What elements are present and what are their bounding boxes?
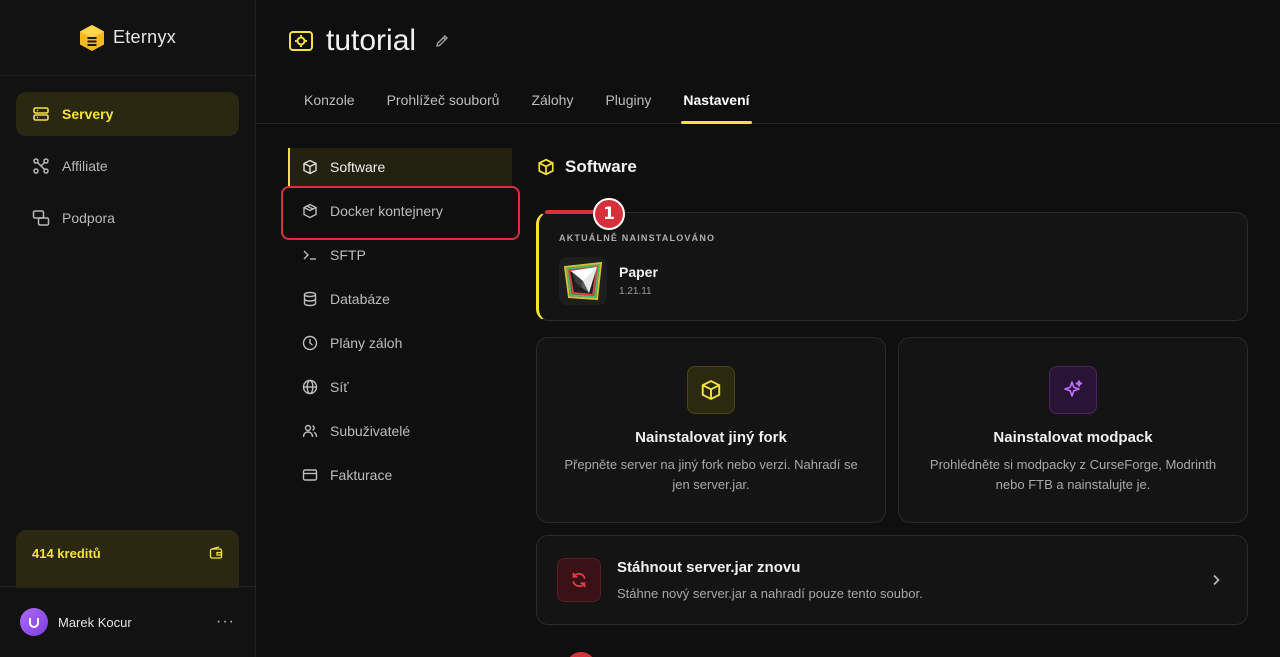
redownload-title: Stáhnout server.jar znovu bbox=[617, 559, 801, 576]
annotation-marker: 1 bbox=[593, 198, 625, 230]
page-title: tutorial bbox=[326, 24, 417, 57]
settings-item-label: Docker kontejnery bbox=[330, 203, 443, 219]
settings-item-label: Síť bbox=[330, 379, 349, 395]
fork-box-icon-wrapper bbox=[687, 366, 735, 414]
settings-item-label: Software bbox=[330, 159, 386, 175]
install-modpack-title: Nainstalovat modpack bbox=[993, 429, 1153, 446]
settings-item-label: Plány záloh bbox=[330, 335, 403, 351]
sidebar-item-servery[interactable]: Servery bbox=[16, 92, 239, 136]
sidebar-item-label: Servery bbox=[62, 106, 114, 122]
installed-software-name: Paper bbox=[619, 264, 658, 280]
settings-item-software[interactable]: Software bbox=[288, 148, 512, 186]
refresh-icon-wrapper bbox=[557, 558, 601, 602]
brand[interactable]: Eternyx bbox=[0, 0, 255, 76]
credits-card[interactable]: 414 kreditů bbox=[16, 530, 239, 588]
database-icon bbox=[302, 291, 318, 307]
server-tabs: Konzole Prohlížeč souborů Zálohy Pluginy… bbox=[288, 80, 766, 124]
box-icon bbox=[700, 379, 722, 401]
sidebar: Eternyx Servery Affiliate Podpora 414 kr… bbox=[0, 0, 256, 657]
annotation-pointer-line bbox=[545, 210, 597, 214]
brand-name: Eternyx bbox=[112, 27, 177, 47]
install-modpack-desc: Prohlédněte si modpacky z CurseForge, Mo… bbox=[929, 457, 1217, 492]
install-modpack-card[interactable]: Nainstalovat modpack Prohlédněte si modp… bbox=[898, 337, 1248, 523]
wallet-icon bbox=[209, 546, 223, 560]
settings-item-label: Subuživatelé bbox=[330, 423, 411, 439]
sidebar-nav: Servery Affiliate Podpora bbox=[0, 76, 255, 240]
page-header: tutorial Konzole Prohlížeč souborů Záloh… bbox=[256, 0, 1280, 124]
chevron-right-icon bbox=[1209, 573, 1223, 587]
terminal-icon bbox=[302, 247, 318, 263]
settings-item-docker[interactable]: Docker kontejnery bbox=[288, 192, 512, 230]
installed-label: AKTUÁLNĚ NAINSTALOVÁNO bbox=[559, 233, 716, 243]
install-fork-desc: Přepněte server na jiný fork nebo verzi.… bbox=[564, 457, 858, 492]
tab-pluginy[interactable]: Pluginy bbox=[589, 80, 667, 124]
more-options-icon[interactable]: ··· bbox=[216, 613, 235, 631]
avatar bbox=[20, 608, 48, 636]
section-title-text: Software bbox=[565, 157, 637, 176]
globe-icon bbox=[302, 379, 318, 395]
tab-zalohy[interactable]: Zálohy bbox=[515, 80, 589, 124]
edit-pencil-icon[interactable] bbox=[434, 33, 450, 49]
credits-amount: 414 kreditů bbox=[32, 546, 101, 561]
installed-software-version: 1.21.11 bbox=[619, 286, 652, 297]
sparkles-icon bbox=[1061, 378, 1085, 402]
tab-konzole[interactable]: Konzole bbox=[288, 80, 371, 124]
settings-item-plany-zaloh[interactable]: Plány záloh bbox=[288, 324, 512, 362]
container-icon bbox=[302, 203, 318, 219]
settings-item-label: Databáze bbox=[330, 291, 390, 307]
tab-prohlizec-souboru[interactable]: Prohlížeč souborů bbox=[371, 80, 516, 124]
server-settings-icon bbox=[288, 28, 314, 54]
settings-item-fakturace[interactable]: Fakturace bbox=[288, 456, 512, 494]
settings-item-subuzivatele[interactable]: Subuživatelé bbox=[288, 412, 512, 450]
settings-item-label: SFTP bbox=[330, 247, 366, 263]
redownload-desc: Stáhne nový server.jar a nahradí pouze t… bbox=[617, 586, 923, 601]
box-icon bbox=[537, 158, 555, 176]
settings-nav: Software Docker kontejnery SFTP Databáze bbox=[288, 148, 512, 500]
sidebar-item-label: Affiliate bbox=[62, 158, 108, 174]
sidebar-item-affiliate[interactable]: Affiliate bbox=[16, 144, 239, 188]
tab-nastaveni[interactable]: Nastavení bbox=[667, 80, 765, 124]
settings-item-sit[interactable]: Síť bbox=[288, 368, 512, 406]
install-fork-card[interactable]: Nainstalovat jiný fork Přepněte server n… bbox=[536, 337, 886, 523]
card-icon bbox=[302, 467, 318, 483]
server-icon bbox=[32, 105, 50, 123]
sidebar-item-podpora[interactable]: Podpora bbox=[16, 196, 239, 240]
sparkle-icon-wrapper bbox=[1049, 366, 1097, 414]
user-profile[interactable]: Marek Kocur ··· bbox=[0, 586, 255, 657]
paper-logo-icon bbox=[559, 257, 607, 305]
annotation-marker-partial bbox=[566, 652, 596, 657]
clock-icon bbox=[302, 335, 318, 351]
settings-item-databaze[interactable]: Databáze bbox=[288, 280, 512, 318]
redownload-serverjar-card[interactable]: Stáhnout server.jar znovu Stáhne nový se… bbox=[536, 535, 1248, 625]
chat-icon bbox=[32, 209, 50, 227]
box-icon bbox=[302, 159, 318, 175]
refresh-icon bbox=[569, 570, 589, 590]
settings-item-label: Fakturace bbox=[330, 467, 393, 483]
install-fork-title: Nainstalovat jiný fork bbox=[635, 429, 787, 446]
sidebar-item-label: Podpora bbox=[62, 210, 115, 226]
section-title: Software bbox=[537, 157, 637, 177]
settings-item-sftp[interactable]: SFTP bbox=[288, 236, 512, 274]
eternyx-logo-icon bbox=[79, 24, 105, 52]
installed-software-card: AKTUÁLNĚ NAINSTALOVÁNO Paper 1.21.11 bbox=[536, 212, 1248, 321]
network-icon bbox=[32, 157, 50, 175]
user-name: Marek Kocur bbox=[58, 614, 132, 630]
users-icon bbox=[302, 423, 318, 439]
